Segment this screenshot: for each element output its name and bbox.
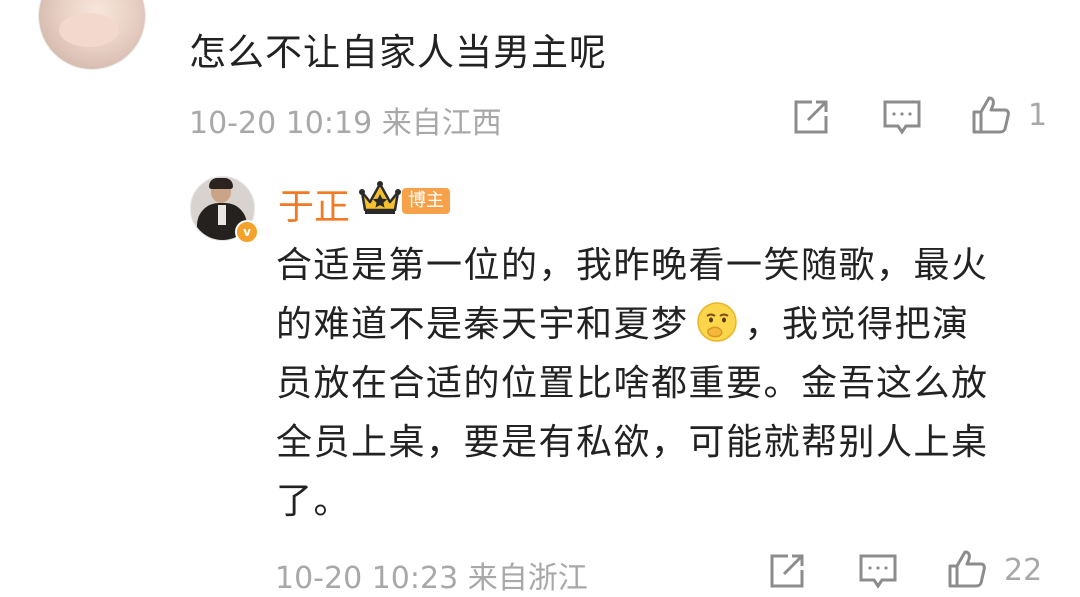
- comment-text: 怎么不让自家人当男主呢: [189, 31, 607, 74]
- reply-line: 合适是第一位的，我昨晚看一笑随歌，最火: [276, 245, 989, 286]
- thumbs-up-icon[interactable]: [970, 94, 1012, 136]
- like-count: 22: [1004, 553, 1043, 588]
- reply-line: 了。: [276, 481, 352, 522]
- comment-icon[interactable]: [857, 550, 899, 592]
- reply-line: 员放在合适的位置比啥都重要。金吾这么放: [276, 363, 989, 404]
- thinking-emoji-icon: [695, 300, 739, 344]
- comment-icon[interactable]: [881, 96, 923, 138]
- verified-v-icon: v: [235, 220, 259, 244]
- blogger-badge: 博主: [402, 188, 450, 214]
- share-icon[interactable]: [766, 550, 808, 592]
- commenter-avatar[interactable]: [38, 0, 146, 70]
- reply-line-part: ，我觉得把演: [744, 304, 970, 345]
- comment-meta: 10-20 10:19 来自江西: [189, 106, 502, 141]
- share-icon[interactable]: [790, 96, 832, 138]
- thumbs-up-icon[interactable]: [946, 548, 988, 590]
- crown-icon: [358, 178, 402, 216]
- reply-username[interactable]: 于正: [278, 178, 350, 230]
- reply-line-part: 的难道不是秦天宇和夏梦: [276, 304, 689, 345]
- reply-meta: 10-20 10:23 来自浙江: [275, 561, 588, 596]
- like-count: 1: [1028, 98, 1048, 133]
- reply-text: 合适是第一位的，我昨晚看一笑随歌，最火 的难道不是秦天宇和夏梦 ，我觉得把演 员…: [276, 236, 1046, 531]
- reply-line: 的难道不是秦天宇和夏梦 ，我觉得把演: [276, 295, 1046, 354]
- reply-line: 全员上桌，要是有私欲，可能就帮别人上桌: [276, 422, 989, 463]
